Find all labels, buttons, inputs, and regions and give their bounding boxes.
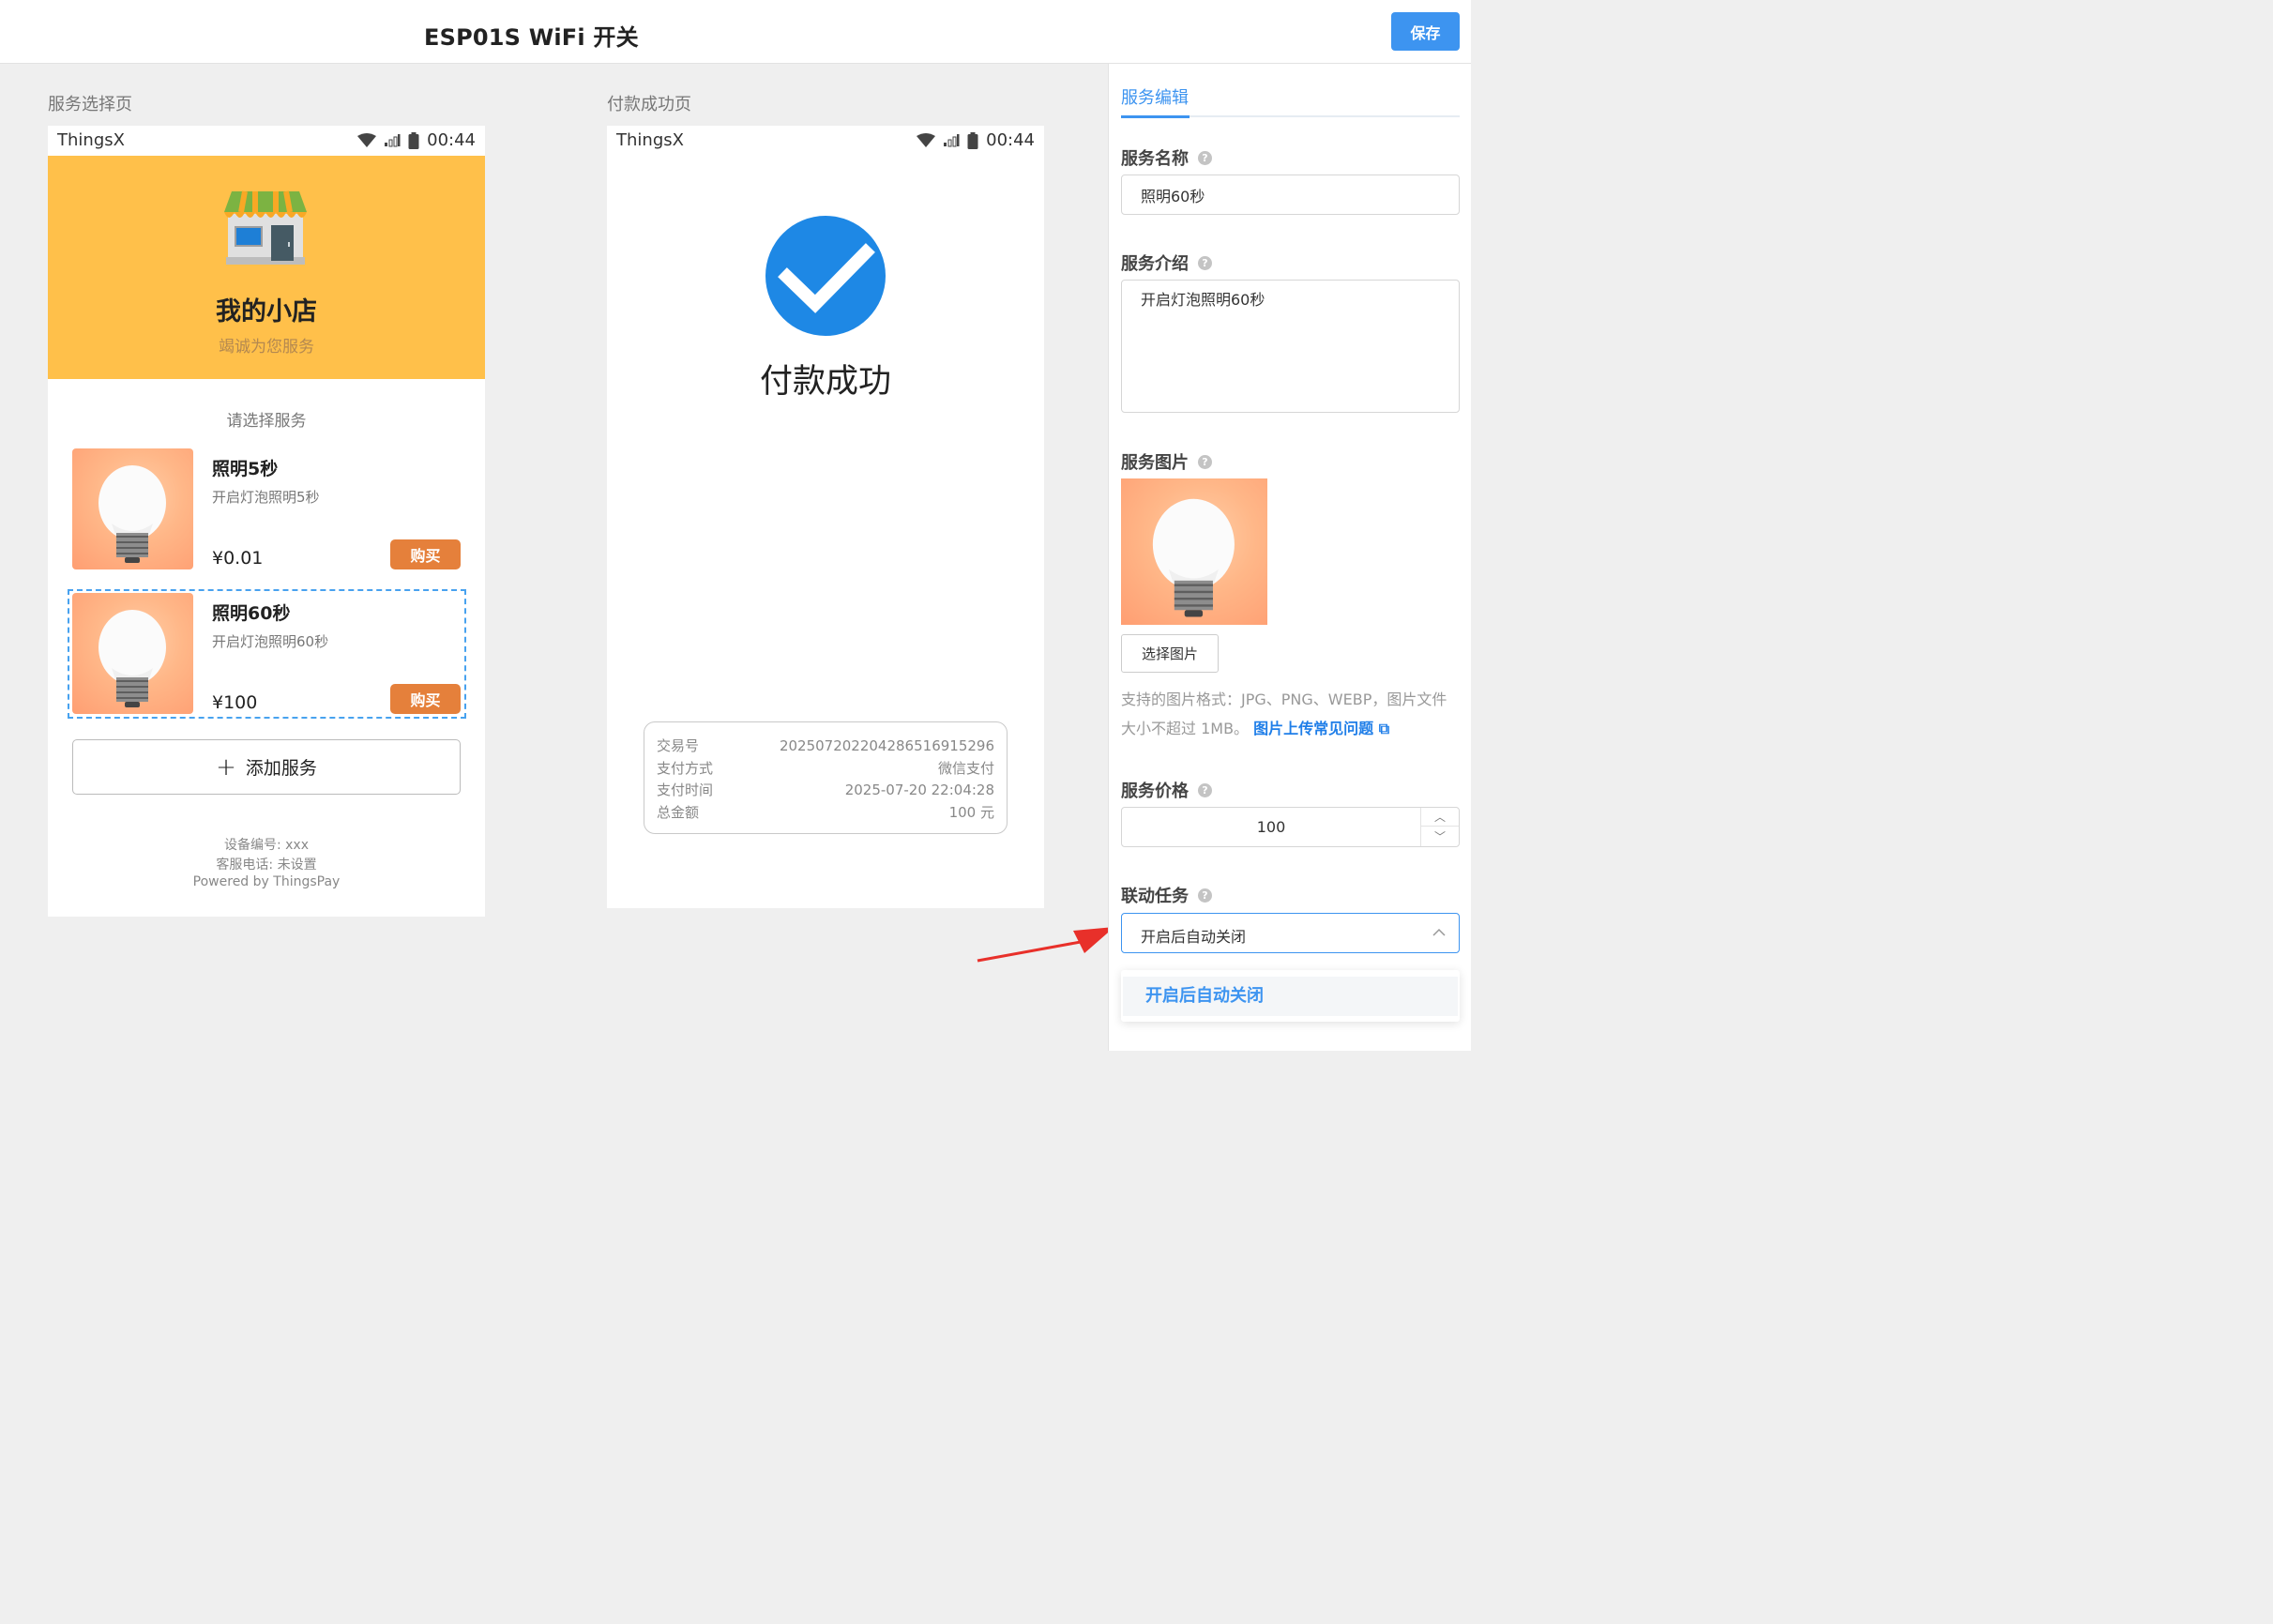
service-price: ¥0.01: [212, 548, 264, 569]
service-intro-label-text: 服务介绍: [1121, 254, 1189, 274]
chevron-down-icon[interactable]: ﹀: [1421, 827, 1459, 845]
save-button[interactable]: 保存: [1391, 12, 1460, 51]
plus-icon: +: [216, 752, 236, 782]
receipt-row: 支付方式 微信支付: [657, 758, 994, 781]
chevron-up-icon[interactable]: ︿: [1421, 808, 1459, 827]
help-icon[interactable]: ?: [1198, 150, 1212, 165]
service-editor-panel: 服务编辑 服务名称 ? 服务介绍 ? 开启灯泡照明60秒 服务图片 ? 选择图片…: [1108, 64, 1471, 1051]
success-page-preview: ThingsX 00:44 付款成功 交易号 20250720220428651…: [607, 126, 1044, 908]
top-bar: ESP01S WiFi 开关 保存: [0, 0, 1471, 64]
image-faq-link[interactable]: 图片上传常见问题 ⧉: [1253, 720, 1389, 737]
service-image-label-text: 服务图片: [1121, 453, 1189, 473]
receipt-label: 支付方式: [657, 759, 714, 777]
time-label: 00:44: [986, 130, 1035, 150]
help-icon[interactable]: ?: [1198, 454, 1212, 469]
carrier-label: ThingsX: [616, 130, 684, 150]
receipt-card: 交易号 20250720220428651691529​6 支付方式 微信支付 …: [644, 721, 1008, 834]
buy-button[interactable]: 购买: [390, 684, 461, 714]
service-intro-label: 服务介绍 ?: [1121, 250, 1212, 275]
success-title: 付款成功: [759, 363, 891, 401]
linked-task-dropdown: 开启后自动关闭: [1121, 970, 1460, 1022]
external-link-icon: ⧉: [1378, 720, 1390, 737]
service-price: ¥100: [212, 692, 258, 713]
app-title: ESP01S WiFi 开关: [424, 24, 639, 51]
service-intro-textarea[interactable]: 开启灯泡照明60秒: [1121, 280, 1460, 413]
linked-task-label: 联动任务 ?: [1121, 883, 1212, 907]
time-label: 00:44: [427, 130, 476, 150]
receipt-row: 交易号 20250720220428651691529​6: [657, 736, 994, 758]
select-image-button[interactable]: 选择图片: [1121, 634, 1219, 673]
service-name-input[interactable]: [1121, 175, 1460, 215]
service-page-preview: ThingsX 00:44 我的小店 竭诚为您服务 请选择服务 照明5秒 开启灯…: [48, 126, 485, 917]
powered-by-text: Powered by ThingsPay: [192, 874, 341, 889]
linked-task-value: 开启后自动关闭: [1141, 928, 1247, 946]
tab-active-indicator: [1121, 115, 1190, 118]
buy-button[interactable]: 购买: [390, 539, 461, 569]
service-description: 开启灯泡照明60秒: [212, 633, 329, 650]
success-page-caption: 付款成功页: [607, 95, 691, 114]
service-name: 照明60秒: [212, 603, 291, 624]
add-service-button[interactable]: + 添加服务: [72, 739, 461, 795]
receipt-label: 交易号: [657, 737, 700, 754]
service-price-input[interactable]: 100 ︿ ﹀: [1121, 807, 1460, 847]
help-icon[interactable]: ?: [1198, 782, 1212, 797]
battery-icon: [408, 131, 419, 149]
store-name: 我的小店: [216, 297, 317, 326]
store-icon: [224, 190, 307, 265]
dropdown-option[interactable]: 开启后自动关闭: [1123, 977, 1458, 1016]
service-description: 开启灯泡照明5秒: [212, 489, 320, 506]
signal-icon: [385, 133, 401, 146]
tab-service-edit[interactable]: 服务编辑: [1121, 84, 1189, 109]
choose-service-title: 请选择服务: [226, 412, 307, 431]
support-phone-text: 客服电话: 未设置: [216, 858, 317, 873]
price-stepper[interactable]: ︿ ﹀: [1420, 808, 1459, 846]
receipt-value: 微信支付: [937, 759, 994, 777]
receipt-label: 总金额: [657, 803, 700, 821]
add-service-label: 添加服务: [245, 758, 317, 779]
linked-task-select[interactable]: 开启后自动关闭: [1121, 913, 1460, 953]
annotation-arrow-icon: [977, 927, 1114, 963]
receipt-row: 支付时间 2025-07-20 22:04:28: [657, 780, 994, 802]
service-price-label-text: 服务价格: [1121, 782, 1189, 801]
receipt-row: 总金额 100 元: [657, 802, 994, 825]
service-name-label-text: 服务名称: [1121, 149, 1189, 169]
wifi-icon: [357, 132, 377, 147]
help-icon[interactable]: ?: [1198, 888, 1212, 903]
chevron-up-icon: [1432, 928, 1446, 936]
wifi-icon: [917, 132, 936, 147]
store-subtitle: 竭诚为您服务: [219, 338, 314, 357]
receipt-value: 20250720220428651691529​6: [779, 737, 994, 754]
status-bar: ThingsX 00:44: [607, 126, 1044, 156]
service-page-caption: 服务选择页: [48, 95, 132, 114]
store-header: 我的小店 竭诚为您服务: [48, 156, 485, 379]
battery-icon: [967, 131, 978, 149]
service-image-preview: [1121, 478, 1267, 625]
service-name: 照明5秒: [212, 459, 279, 479]
price-value[interactable]: 100: [1122, 808, 1420, 846]
image-format-hint: 支持的图片格式：JPG、PNG、WEBP，图片文件大小不超过 1MB。 图片上传…: [1121, 685, 1459, 743]
check-circle-icon: [765, 216, 886, 336]
receipt-label: 支付时间: [657, 782, 714, 798]
service-image-label: 服务图片 ?: [1121, 449, 1212, 474]
status-bar: ThingsX 00:44: [48, 126, 485, 156]
service-price-label: 服务价格 ?: [1121, 778, 1212, 802]
carrier-label: ThingsX: [57, 130, 125, 150]
device-id-text: 设备编号: xxx: [223, 838, 310, 853]
bulb-image: [72, 593, 193, 714]
help-icon[interactable]: ?: [1198, 255, 1212, 270]
service-name-label: 服务名称 ?: [1121, 145, 1212, 170]
linked-task-label-text: 联动任务: [1121, 887, 1189, 906]
service-card-selected[interactable]: 照明60秒 开启灯泡照明60秒 ¥100 购买: [68, 589, 466, 719]
receipt-value: 100 元: [948, 803, 994, 821]
bulb-image: [72, 448, 193, 569]
service-card[interactable]: 照明5秒 开启灯泡照明5秒 ¥0.01 购买: [68, 445, 466, 574]
receipt-value: 2025-07-20 22:04:28: [844, 782, 994, 798]
signal-icon: [944, 133, 960, 146]
